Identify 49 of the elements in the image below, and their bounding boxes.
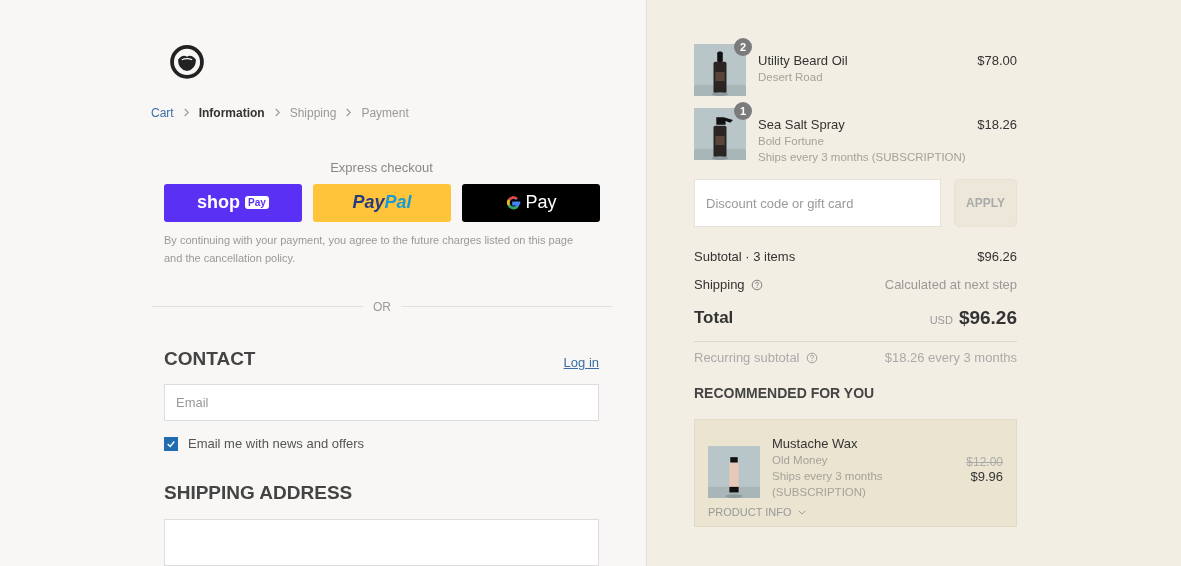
check-icon xyxy=(166,438,176,449)
summary-label: Subtotal · 3 items xyxy=(694,249,796,264)
chevron-icon xyxy=(182,108,190,118)
google-pay-button[interactable]: Pay xyxy=(462,183,600,222)
breadcrumb-item: Shipping xyxy=(289,105,337,120)
product-note: Ships every 3 months (SUBSCRIPTION) xyxy=(758,150,967,165)
chevron-icon xyxy=(273,108,281,118)
email-field[interactable]: Email xyxy=(164,383,599,421)
breadcrumb-item: Information xyxy=(198,105,265,120)
product-name: Sea Salt Spray xyxy=(758,117,846,133)
product-variant: Bold Fortune xyxy=(758,134,825,149)
notice-text: By continuing with your payment, you agree to the future charges listed on this page and the cancellation policy. xyxy=(164,232,575,266)
summary-label: Recurring subtotal xyxy=(694,350,800,365)
currency-code: USD xyxy=(929,314,953,326)
total-label: Total xyxy=(694,308,734,328)
section-heading: CONTACT xyxy=(164,347,256,370)
help-icon[interactable] xyxy=(750,278,763,291)
google-icon xyxy=(505,194,523,212)
login-link[interactable]: Log in xyxy=(563,354,599,370)
chevron-icon xyxy=(345,108,353,118)
summary-value: $96.26 xyxy=(977,249,1017,264)
product-note: Ships every 3 months (SUBSCRIPTION) xyxy=(772,469,884,500)
paypal-button[interactable]: PayPal xyxy=(313,183,451,222)
section-heading: RECOMMENDED FOR YOU xyxy=(694,385,876,401)
product-variant: Old Money xyxy=(772,453,829,468)
chevron-icon xyxy=(797,509,806,515)
address-field[interactable] xyxy=(164,519,599,566)
product-price: $78.00 xyxy=(977,52,1017,70)
summary-label: Shipping xyxy=(694,277,745,292)
product-price: $18.26 xyxy=(977,116,1017,134)
breadcrumb-item[interactable]: Cart xyxy=(151,105,174,120)
total-value: $96.26 xyxy=(958,307,1017,329)
summary-value: $18.26 every 3 months xyxy=(884,350,1017,365)
section-heading: SHIPPING ADDRESS xyxy=(164,482,353,504)
product-name: Mustache Wax xyxy=(772,436,859,452)
checkbox[interactable] xyxy=(164,436,178,451)
breadcrumb-item: Payment xyxy=(361,105,409,120)
original-price: $12.00 xyxy=(966,455,1003,469)
summary-value: Calculated at next step xyxy=(884,277,1017,292)
section-title: Express checkout xyxy=(329,159,434,175)
divider-label: OR xyxy=(373,299,391,314)
help-icon[interactable] xyxy=(805,351,818,364)
quantity-badge: 2 xyxy=(734,38,752,56)
shop-pay-button[interactable]: shop Pay xyxy=(164,183,302,222)
quantity-badge: 1 xyxy=(734,102,752,120)
product-variant: Desert Road xyxy=(758,70,824,85)
product-name: Utility Beard Oil xyxy=(758,53,849,69)
sale-price: $9.96 xyxy=(970,469,1003,484)
checkbox-label: Email me with news and offers xyxy=(188,436,365,451)
